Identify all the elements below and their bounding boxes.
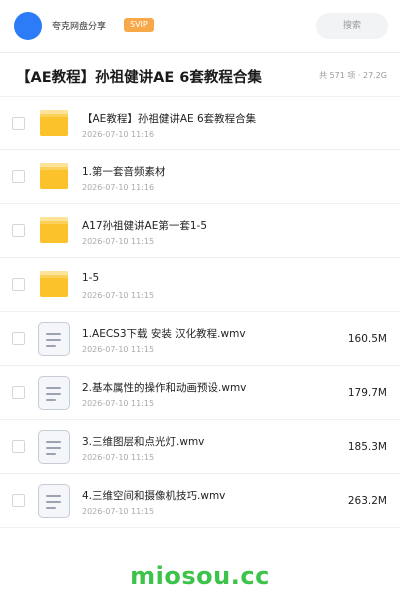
folder-row[interactable]: 1.第一套音频素材 2026-07-10 11:16 (0, 150, 400, 204)
file-name[interactable]: 【AE教程】孙祖健讲AE 6套教程合集 (82, 111, 256, 126)
select-checkbox[interactable] (12, 386, 25, 399)
select-checkbox[interactable] (12, 494, 25, 507)
file-name[interactable]: 2.基本属性的操作和动画预设.wmv (82, 380, 246, 395)
select-checkbox[interactable] (12, 117, 25, 130)
file-name[interactable]: 3.三维图层和点光灯.wmv (82, 434, 204, 449)
folder-icon (38, 268, 70, 300)
document-icon (38, 322, 70, 356)
select-checkbox[interactable] (12, 440, 25, 453)
select-checkbox[interactable] (12, 278, 25, 291)
folder-row[interactable]: 1-5 2026-07-10 11:15 (0, 258, 400, 312)
item-count-size: 共 571 项 · 27.2G (319, 71, 387, 80)
folder-icon (38, 107, 70, 139)
file-size: 179.7M (347, 387, 387, 399)
file-date: 2026-07-10 11:16 (82, 183, 155, 192)
file-date: 2026-07-10 11:15 (82, 507, 155, 516)
top-bar: 夸克网盘分享 SVIP 搜索 (0, 0, 400, 52)
file-date: 2026-07-10 11:15 (82, 345, 155, 354)
folder-icon (38, 160, 70, 192)
file-size: 263.2M (347, 495, 387, 507)
file-date: 2026-07-10 11:15 (82, 399, 155, 408)
share-owner-name: 夸克网盘分享 (52, 22, 107, 32)
file-name[interactable]: 1-5 (82, 272, 99, 284)
select-checkbox[interactable] (12, 170, 25, 183)
folder-row[interactable]: A17孙祖健讲AE第一套1-5 2026-07-10 11:15 (0, 204, 400, 258)
title-row: 【AE教程】孙祖健讲AE 6套教程合集 共 571 项 · 27.2G (0, 56, 400, 94)
page-title: 【AE教程】孙祖健讲AE 6套教程合集 (16, 70, 262, 86)
document-icon (38, 484, 70, 518)
file-row[interactable]: 3.三维图层和点光灯.wmv 2026-07-10 11:15 185.3M (0, 420, 400, 474)
header-divider (0, 52, 400, 53)
file-name[interactable]: 1.第一套音频素材 (82, 164, 166, 179)
document-icon (38, 376, 70, 410)
document-icon (38, 430, 70, 464)
file-name[interactable]: A17孙祖健讲AE第一套1-5 (82, 218, 207, 233)
avatar[interactable] (14, 12, 42, 40)
file-row[interactable]: 1.AECS3下载 安装 汉化教程.wmv 2026-07-10 11:15 160… (0, 312, 400, 366)
file-date: 2026-07-10 11:16 (82, 130, 155, 139)
file-row[interactable]: 2.基本属性的操作和动画预设.wmv 2026-07-10 11:15 179.7M (0, 366, 400, 420)
file-name[interactable]: 4.三维空间和摄像机技巧.wmv (82, 488, 225, 503)
file-size: 185.3M (347, 441, 387, 453)
file-row[interactable]: 4.三维空间和摄像机技巧.wmv 2026-07-10 11:15 263.2M (0, 474, 400, 528)
select-checkbox[interactable] (12, 224, 25, 237)
search-button[interactable]: 搜索 (316, 13, 388, 39)
file-list: 【AE教程】孙祖健讲AE 6套教程合集 2026-07-10 11:16 1.第一套… (0, 96, 400, 528)
file-name[interactable]: 1.AECS3下载 安装 汉化教程.wmv (82, 326, 246, 341)
watermark-text: miosou.cc (130, 562, 270, 590)
svip-badge: SVIP (124, 18, 154, 32)
file-size: 160.5M (347, 333, 387, 345)
file-date: 2026-07-10 11:15 (82, 291, 155, 300)
file-date: 2026-07-10 11:15 (82, 237, 155, 246)
file-date: 2026-07-10 11:15 (82, 453, 155, 462)
folder-icon (38, 214, 70, 246)
folder-row[interactable]: 【AE教程】孙祖健讲AE 6套教程合集 2026-07-10 11:16 (0, 96, 400, 150)
select-checkbox[interactable] (12, 332, 25, 345)
